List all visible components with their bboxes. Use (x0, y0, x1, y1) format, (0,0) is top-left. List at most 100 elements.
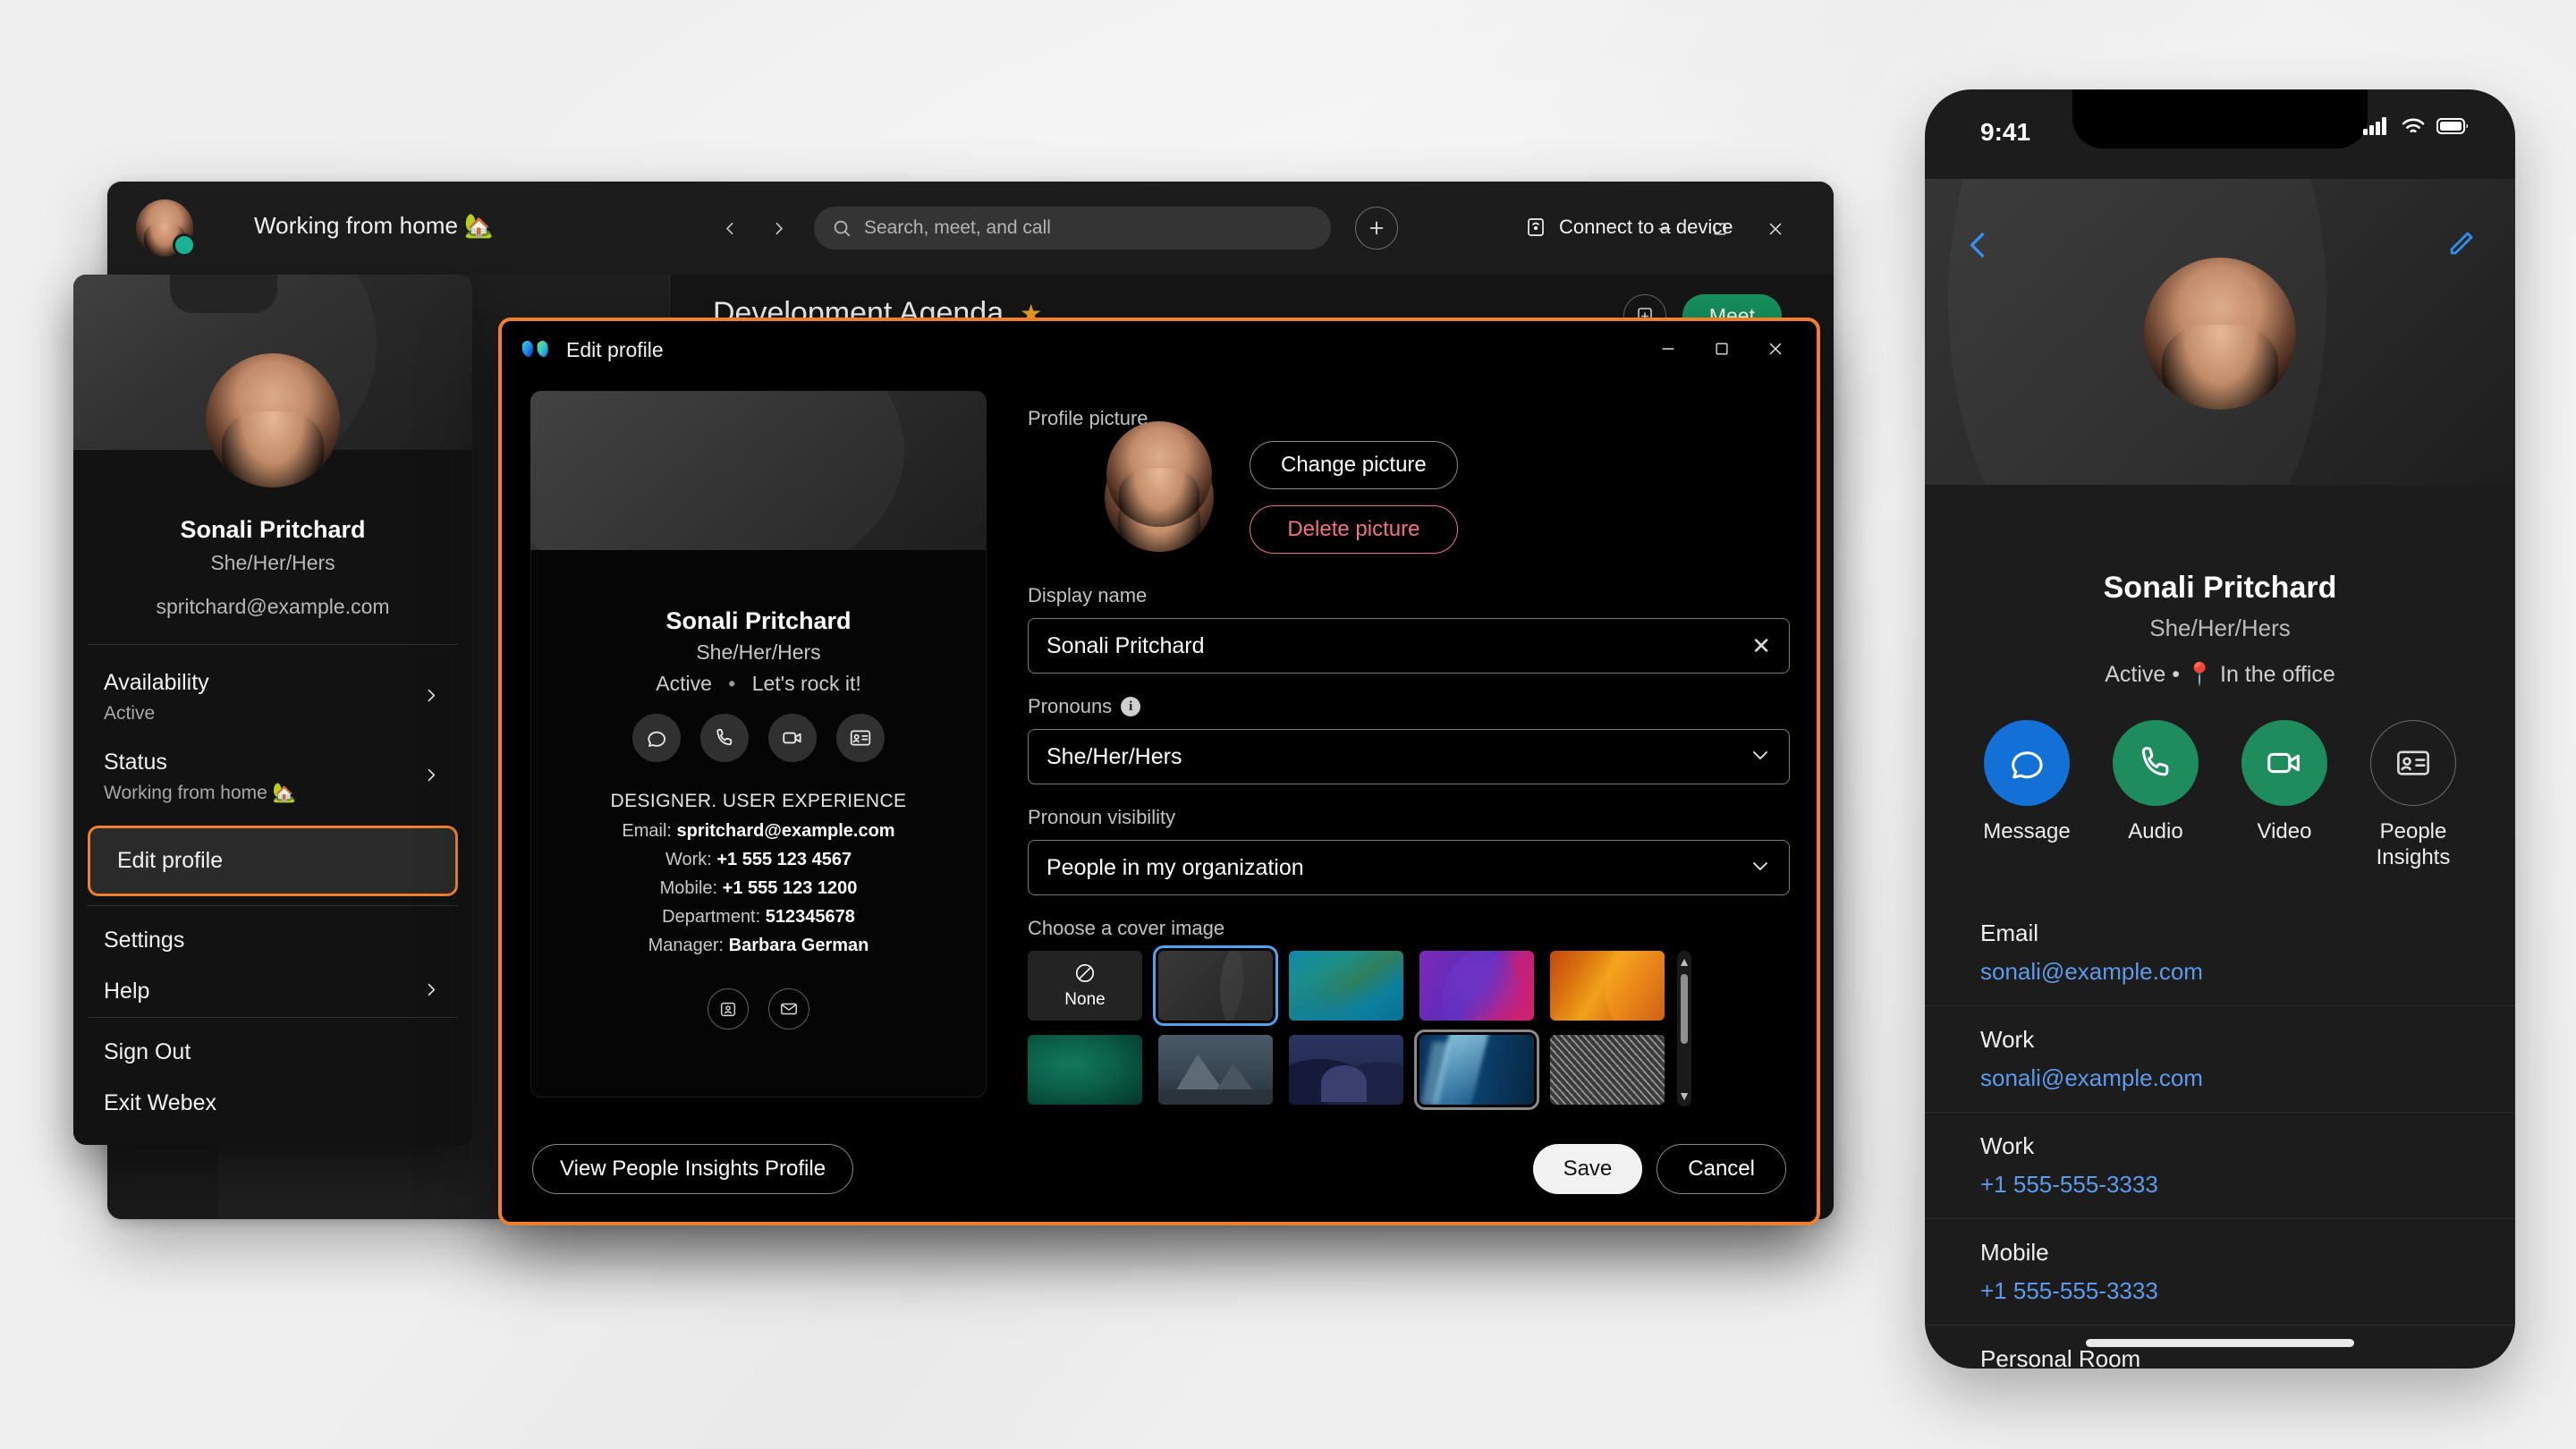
minimize-button[interactable] (1637, 216, 1692, 242)
message-button[interactable] (1984, 720, 2070, 806)
view-people-insights-button[interactable]: View People Insights Profile (532, 1144, 854, 1194)
menu-item-exit-webex[interactable]: Exit Webex (73, 1078, 472, 1129)
scroll-down-icon[interactable]: ▼ (1678, 1089, 1690, 1103)
cover-thumb-deep-green[interactable] (1028, 1035, 1142, 1105)
webex-logo-icon (521, 341, 548, 357)
card-footer-buttons (530, 988, 987, 1030)
display-name-input[interactable]: Sonali Pritchard ✕ (1028, 618, 1790, 674)
pronouns-select[interactable]: She/Her/Hers (1028, 729, 1790, 784)
action-video[interactable]: Video (2235, 720, 2334, 871)
cover-thumb-mountain-peak[interactable] (1158, 1035, 1273, 1105)
row-value[interactable]: sonali@example.com (1980, 958, 2460, 986)
clear-icon[interactable]: ✕ (1751, 632, 1771, 660)
screenshot-canvas: Working from home 🏡 Search, meet, and ca… (0, 0, 2576, 1449)
maximize-button[interactable] (1692, 216, 1748, 242)
contact-row-mobile[interactable]: Mobile +1 555-555-3333 (1925, 1217, 2515, 1325)
scroll-up-icon[interactable]: ▲ (1678, 954, 1690, 969)
action-audio[interactable]: Audio (2106, 720, 2205, 871)
cover-thumb-gray-stripes[interactable] (1550, 1035, 1665, 1105)
contact-row-email[interactable]: Email sonali@example.com (1925, 900, 2515, 1005)
contact-card-button[interactable] (836, 714, 885, 762)
cover-thumb-purple-magenta[interactable] (1419, 951, 1534, 1021)
forward-button[interactable] (762, 212, 794, 244)
action-people-insights[interactable]: People Insights (2364, 720, 2462, 871)
chevron-right-icon (422, 686, 440, 708)
delete-picture-button[interactable]: Delete picture (1250, 505, 1458, 554)
dialog-close-button[interactable] (1749, 334, 1802, 364)
cover-thumb-dark-swirl[interactable] (1153, 945, 1278, 1026)
video-icon (2267, 752, 2300, 774)
contact-row-work-email[interactable]: Work sonali@example.com (1925, 1004, 2515, 1112)
maximize-icon (1716, 343, 1728, 355)
cover-scrollbar[interactable]: ▲ ▼ (1677, 951, 1691, 1106)
dialog-maximize-button[interactable] (1695, 334, 1749, 364)
chevron-right-icon (422, 980, 440, 1003)
back-button[interactable] (714, 212, 746, 244)
card-detail-row: Work: +1 555 123 4567 (530, 850, 987, 870)
close-button[interactable] (1748, 216, 1803, 242)
navigation-buttons (714, 212, 794, 244)
cover-thumb-blue-dunes[interactable] (1289, 1035, 1403, 1105)
menu-item-edit-profile[interactable]: Edit profile (88, 826, 458, 896)
detail-value: Barbara German (728, 936, 869, 955)
video-call-button[interactable] (2241, 720, 2327, 806)
menu-item-help[interactable]: Help (73, 966, 472, 1017)
status-icons (2363, 116, 2469, 136)
pronouns-value: She/Her/Hers (1046, 743, 1182, 769)
row-value[interactable]: +1 555-555-3333 (1980, 1277, 2460, 1305)
action-label: Video (2257, 819, 2312, 843)
menu-item-label: Sign Out (104, 1039, 191, 1064)
menu-item-sign-out[interactable]: Sign Out (73, 1027, 472, 1078)
call-button[interactable] (700, 714, 749, 762)
edit-profile-dialog: Edit profile Sonali Pritchard She/Her/He… (498, 318, 1820, 1225)
cover-thumb-orange-amber[interactable] (1550, 951, 1665, 1021)
scrollbar-thumb[interactable] (1681, 974, 1688, 1044)
detail-label: Department: (662, 907, 761, 927)
new-item-button[interactable] (1355, 207, 1398, 250)
menu-item-sublabel: Working from home 🏡 (104, 783, 296, 803)
row-key: Work (1980, 1025, 2035, 1053)
edit-profile-button[interactable] (2445, 229, 2476, 264)
avatar (2144, 258, 2296, 410)
status-badge: Active • 📍 In the office (2105, 662, 2335, 687)
row-value[interactable]: sonali@example.com (1980, 1064, 2460, 1092)
profile-badge-icon (720, 1002, 736, 1017)
card-detail-row: Email: spritchard@example.com (530, 821, 987, 842)
save-button[interactable]: Save (1532, 1144, 1643, 1194)
cover-thumb-none[interactable]: None (1028, 951, 1142, 1021)
info-icon[interactable]: i (1121, 697, 1141, 716)
search-input[interactable]: Search, meet, and call (814, 207, 1331, 250)
user-avatar-button[interactable] (136, 199, 196, 257)
cover-thumb-ocean-shore[interactable] (1414, 1030, 1539, 1110)
audio-call-button[interactable] (2113, 720, 2199, 806)
video-button[interactable] (768, 714, 817, 762)
dialog-minimize-button[interactable] (1641, 334, 1695, 364)
row-value[interactable]: +1 555-555-3333 (1980, 1171, 2460, 1199)
mail-button[interactable] (768, 988, 809, 1030)
menu-item-status[interactable]: Status Working from home 🏡 (73, 737, 472, 817)
contact-row-work-phone[interactable]: Work +1 555-555-3333 (1925, 1111, 2515, 1218)
message-button[interactable] (632, 714, 681, 762)
cancel-button[interactable]: Cancel (1657, 1144, 1786, 1194)
dialog-window-controls (1641, 334, 1802, 364)
menu-item-settings[interactable]: Settings (73, 915, 472, 966)
profile-email: spritchard@example.com (156, 595, 390, 618)
close-icon (1769, 343, 1782, 355)
menu-item-availability[interactable]: Availability Active (73, 657, 472, 737)
message-icon (2012, 751, 2043, 779)
back-button[interactable] (1962, 229, 1995, 266)
pronouns-label: Pronouns i (1028, 695, 1790, 718)
separator-dot: • (728, 672, 736, 695)
people-insights-button[interactable] (2370, 720, 2456, 806)
cover-thumb-teal-green-wave[interactable] (1289, 951, 1403, 1021)
action-message[interactable]: Message (1978, 720, 2076, 871)
phone-notch (2072, 89, 2368, 148)
profile-preview-card: Sonali Pritchard She/Her/Hers Active • L… (530, 391, 1212, 1097)
dialog-title: Edit profile (566, 337, 664, 361)
pronoun-visibility-select[interactable]: People in my organization (1028, 840, 1790, 895)
chevron-down-icon (1750, 855, 1771, 881)
phone-action-buttons: Message Audio Video People Insights (1925, 720, 2515, 871)
change-picture-button[interactable]: Change picture (1250, 441, 1458, 489)
profile-badge-button[interactable] (708, 988, 749, 1030)
menu-item-sublabel: Active (104, 703, 156, 724)
